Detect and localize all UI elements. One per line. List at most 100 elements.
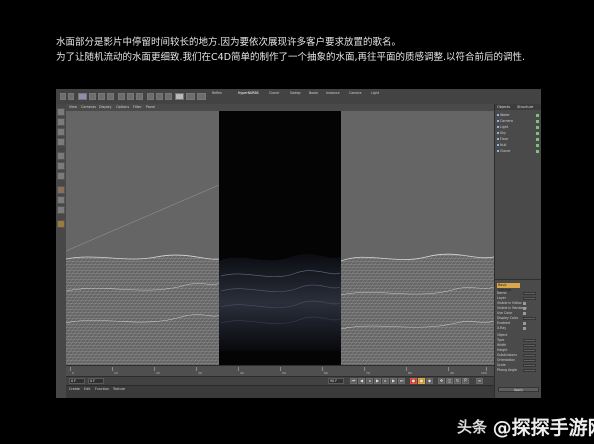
record-key-button[interactable]: ●	[410, 378, 417, 384]
toolbar-label-3[interactable]: Cloner	[269, 91, 279, 95]
tick-10	[112, 367, 113, 371]
enabled-check-icon[interactable]	[536, 114, 539, 117]
tick-label-100: 100	[481, 371, 487, 375]
attribute-field[interactable]	[523, 369, 536, 372]
render-view-button[interactable]	[147, 93, 154, 100]
menu-view[interactable]: View	[69, 105, 77, 110]
tab-structure[interactable]: Structure	[517, 104, 533, 110]
enabled-check-icon[interactable]	[536, 126, 539, 129]
keyframe-selection-button[interactable]: ◆	[426, 378, 433, 384]
previous-frame-button[interactable]: ◂	[366, 378, 373, 384]
render-picture-viewer-button[interactable]	[156, 93, 163, 100]
scale-button[interactable]	[98, 93, 105, 100]
play-button[interactable]: ▶	[374, 378, 381, 384]
toolbar-label-1[interactable]: Reflex	[212, 91, 222, 95]
go-to-start-button[interactable]: ⏮	[350, 378, 357, 384]
attribute-field[interactable]	[523, 339, 536, 342]
previous-key-button[interactable]: ◀	[358, 378, 365, 384]
material-menu-texture[interactable]: Texture	[113, 387, 125, 392]
next-frame-button[interactable]: ▸	[382, 378, 389, 384]
points-mode-icon[interactable]	[57, 152, 65, 160]
make-editable-icon[interactable]	[57, 108, 65, 116]
enabled-check-icon[interactable]	[536, 138, 539, 141]
attributes-tab-basic[interactable]: Basic Settings	[497, 283, 520, 292]
workplane-icon[interactable]	[57, 138, 65, 146]
position-key-button[interactable]: ✥	[438, 378, 445, 384]
attribute-toggle[interactable]	[523, 327, 526, 330]
attribute-field[interactable]	[523, 354, 536, 357]
z-axis-button[interactable]	[136, 93, 143, 100]
object-row[interactable]: Light	[497, 125, 540, 130]
attribute-row[interactable]: X-Ray	[497, 326, 540, 331]
enabled-check-icon[interactable]	[536, 132, 539, 135]
apply-button[interactable]: Apply	[498, 387, 539, 392]
go-to-end-button[interactable]: ⏭	[398, 378, 405, 384]
attribute-field[interactable]	[523, 364, 536, 367]
texture-mode-icon[interactable]	[57, 128, 65, 136]
x-axis-button[interactable]	[118, 93, 125, 100]
attribute-field[interactable]	[523, 349, 536, 352]
menu-display[interactable]: Display	[99, 105, 112, 110]
undo-button[interactable]	[60, 93, 66, 100]
material-menu-create[interactable]: Create	[69, 387, 80, 392]
toolbar-label-7[interactable]: Camera	[349, 91, 362, 95]
rotate-button[interactable]	[107, 93, 114, 100]
parameter-key-button[interactable]: P	[462, 378, 469, 384]
attribute-row[interactable]: Phong Angle	[497, 368, 540, 373]
enabled-check-icon[interactable]	[536, 150, 539, 153]
rotation-key-button[interactable]: ↻	[454, 378, 461, 384]
tab-objects[interactable]: Objects	[497, 104, 510, 110]
attribute-field[interactable]	[523, 344, 536, 347]
frame-end-field[interactable]: 90 F	[328, 378, 344, 384]
current-frame-field[interactable]: 0 F	[88, 378, 104, 384]
enabled-check-icon[interactable]	[536, 120, 539, 123]
toolbar-label-6[interactable]: Instance	[326, 91, 340, 95]
menu-options[interactable]: Options	[116, 105, 129, 110]
frame-start-field[interactable]: 0 F	[69, 378, 85, 384]
attribute-field[interactable]	[523, 317, 536, 320]
model-mode-icon[interactable]	[57, 118, 65, 126]
attribute-field[interactable]	[523, 359, 536, 362]
axis-icon[interactable]	[57, 186, 65, 194]
attribute-toggle[interactable]	[523, 307, 526, 310]
pen-button[interactable]	[186, 93, 195, 100]
next-key-button[interactable]: ▶	[390, 378, 397, 384]
subdivision-button[interactable]	[197, 93, 206, 100]
y-axis-button[interactable]	[127, 93, 134, 100]
object-row[interactable]: Sky	[497, 131, 540, 136]
menu-cameras[interactable]: Cameras	[81, 105, 96, 110]
attribute-toggle[interactable]	[523, 312, 526, 315]
material-menu-edit[interactable]: Edit	[84, 387, 90, 392]
object-row[interactable]: Floor	[497, 137, 540, 142]
object-row[interactable]: Cloner	[497, 149, 540, 154]
attribute-toggle[interactable]	[523, 302, 526, 305]
render-settings-button[interactable]	[165, 93, 172, 100]
polygons-mode-icon[interactable]	[57, 172, 65, 180]
autokey-button[interactable]: ●	[418, 378, 425, 384]
toolbar-label-2[interactable]: HyperNURBS	[238, 91, 259, 95]
live-selection-button[interactable]	[78, 93, 87, 100]
edges-mode-icon[interactable]	[57, 162, 65, 170]
object-row[interactable]: Null	[497, 143, 540, 148]
tweak-icon[interactable]	[57, 196, 65, 204]
object-row[interactable]: Water	[497, 113, 540, 118]
object-row[interactable]: Camera	[497, 119, 540, 124]
attribute-field[interactable]	[523, 297, 536, 300]
scale-key-button[interactable]: ◫	[446, 378, 453, 384]
move-button[interactable]	[89, 93, 96, 100]
redo-button[interactable]	[68, 93, 74, 100]
toolbar-label-8[interactable]: Light	[371, 91, 379, 95]
timeline-menu-button[interactable]: ≡	[476, 378, 483, 384]
menu-filter[interactable]: Filter	[133, 105, 141, 110]
attribute-field[interactable]	[523, 292, 536, 295]
material-menu-function[interactable]: Function	[95, 387, 109, 392]
toolbar-label-4[interactable]: Sweep	[290, 91, 301, 95]
sculpt-icon[interactable]	[57, 220, 65, 228]
enabled-check-icon[interactable]	[536, 144, 539, 147]
snap-icon[interactable]	[57, 206, 65, 214]
attribute-toggle[interactable]	[523, 322, 526, 325]
toolbar-label-5[interactable]: Boole	[309, 91, 318, 95]
cube-button[interactable]	[175, 93, 184, 100]
3d-viewport[interactable]	[66, 111, 494, 365]
menu-panel[interactable]: Panel	[146, 105, 155, 110]
